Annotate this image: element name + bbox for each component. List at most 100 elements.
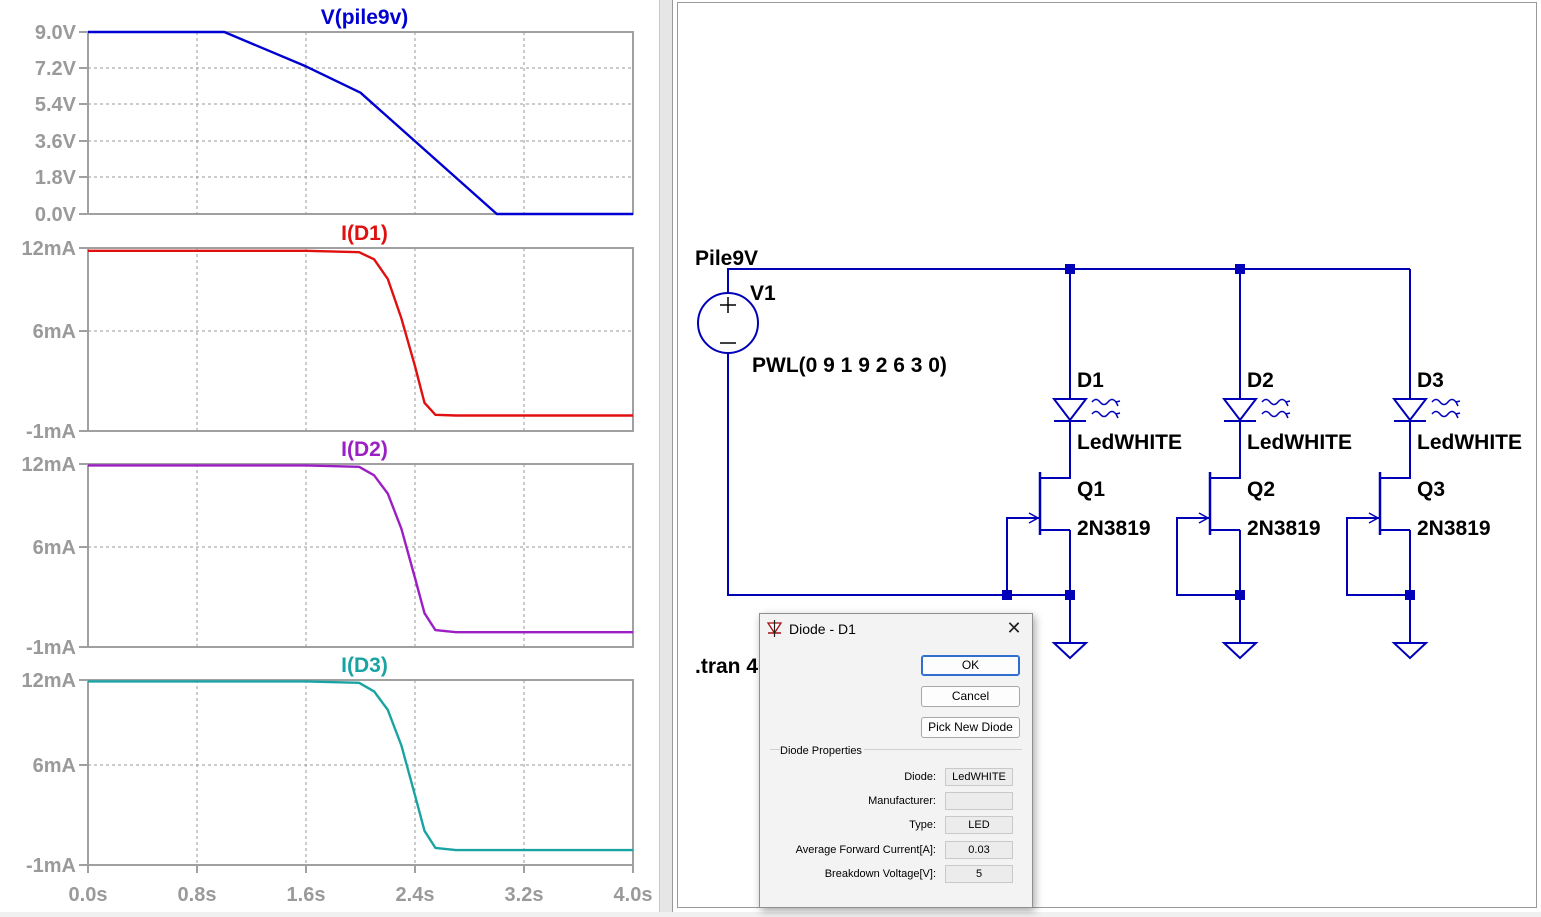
led-diode-d2[interactable] <box>1221 398 1291 422</box>
trace-title[interactable]: I(D2) <box>341 438 388 461</box>
jfet-name-label[interactable]: Q3 <box>1417 478 1445 501</box>
diode-icon <box>766 620 783 637</box>
pick-new-diode-button[interactable]: Pick New Diode <box>921 717 1020 738</box>
diode-name-label[interactable]: D1 <box>1077 369 1104 392</box>
diode-triangle <box>1221 398 1259 422</box>
ground-icon <box>1221 642 1259 660</box>
jfet-name-label[interactable]: Q2 <box>1247 478 1275 501</box>
branch-3[interactable]: D3 LedWHITE Q3 2N3819 <box>1350 369 1522 660</box>
source-value-label[interactable]: PWL(0 9 1 9 2 6 3 0) <box>752 354 947 377</box>
source-name-label[interactable]: V1 <box>750 282 776 305</box>
jfet-name-label[interactable]: Q1 <box>1077 478 1105 501</box>
x-tick-label: 4.0s <box>614 884 653 906</box>
branch-2[interactable]: D2 LedWHITE Q2 2N3819 <box>1180 369 1352 660</box>
y-tick-label: 1.8V <box>35 167 77 189</box>
y-tick-label: 3.6V <box>35 131 77 153</box>
y-tick-label: 6mA <box>33 755 76 777</box>
prop-label-diode: Diode: <box>904 771 936 783</box>
y-tick-label: 12mA <box>22 238 76 260</box>
wire-diode-to-drain <box>1210 421 1241 479</box>
plot-frame <box>87 31 634 215</box>
plot-pane-3[interactable]: 12mA 6mA -1mA I(D2) <box>22 438 634 659</box>
dialog-title: Diode - D1 <box>789 621 856 637</box>
diode-model-label[interactable]: LedWHITE <box>1417 431 1522 454</box>
y-tick-label: 9.0V <box>35 22 77 44</box>
x-tick-label: 3.2s <box>505 884 544 906</box>
tran-directive[interactable]: .tran 4 <box>695 655 758 678</box>
prop-value-avg-forward-current[interactable]: 0.03 <box>945 841 1013 859</box>
prop-value-manufacturer[interactable] <box>945 792 1013 810</box>
y-tick-label: 6mA <box>33 537 76 559</box>
y-tick-label: 12mA <box>22 454 76 476</box>
y-tick-label: 6mA <box>33 321 76 343</box>
trace-line[interactable] <box>88 680 633 852</box>
trace-title[interactable]: V(pile9v) <box>321 6 409 29</box>
dialog-titlebar[interactable]: Diode - D1 ✕ <box>760 614 1032 644</box>
led-diode-d1[interactable] <box>1051 398 1121 422</box>
trace-line[interactable] <box>88 464 633 634</box>
led-diode-d3[interactable] <box>1391 398 1461 422</box>
prop-label-manufacturer: Manufacturer: <box>868 795 936 807</box>
ground-icon <box>1051 642 1089 660</box>
jfet-q3[interactable] <box>1350 472 1410 535</box>
x-tick-label: 0.8s <box>178 884 217 906</box>
light-emission-icon <box>1261 410 1291 419</box>
x-tick-label: 0.0s <box>69 884 108 906</box>
trace-title[interactable]: I(D3) <box>341 654 388 677</box>
y-tick-label: -1mA <box>26 855 76 877</box>
net-label-pile9v[interactable]: Pile9V <box>695 247 758 270</box>
diode-properties-group: Diode Properties Diode: LedWHITE Manufac… <box>770 745 1022 899</box>
diode-triangle <box>1391 398 1429 422</box>
plot-pane-1[interactable]: 9.0V 7.2V 5.4V 3.6V 1.8V 0.0V V(pile9v) <box>35 6 634 226</box>
y-tick-label: -1mA <box>26 637 76 659</box>
wire-diode-to-drain <box>1040 421 1071 479</box>
diode-name-label[interactable]: D3 <box>1417 369 1444 392</box>
prop-label-breakdown-voltage: Breakdown Voltage[V]: <box>824 868 936 880</box>
jfet-model-label[interactable]: 2N3819 <box>1417 517 1491 540</box>
prop-label-avg-forward-current: Average Forward Current[A]: <box>795 844 936 856</box>
diode-model-label[interactable]: LedWHITE <box>1247 431 1352 454</box>
jfet-model-label[interactable]: 2N3819 <box>1247 517 1321 540</box>
waveform-viewer-pane[interactable]: 9.0V 7.2V 5.4V 3.6V 1.8V 0.0V V(pile9v) 12mA 6mA… <box>0 0 659 912</box>
prop-value-breakdown-voltage[interactable]: 5 <box>945 865 1013 883</box>
diode-name-label[interactable]: D2 <box>1247 369 1274 392</box>
branch-1[interactable]: D1 LedWHITE Q1 2N3819 <box>1010 369 1182 660</box>
diode-model-label[interactable]: LedWHITE <box>1077 431 1182 454</box>
light-emission-icon <box>1431 410 1461 419</box>
trace-line[interactable] <box>88 249 633 417</box>
prop-value-type[interactable]: LED <box>945 816 1013 834</box>
diode-triangle <box>1051 398 1089 422</box>
y-tick-label: -1mA <box>26 421 76 443</box>
diode-properties-dialog: Diode - D1 ✕ OK Cancel Pick New Diode Di… <box>759 613 1033 908</box>
jfet-q1[interactable] <box>1010 472 1070 535</box>
junction-dot <box>1002 590 1012 600</box>
light-emission-icon <box>1261 398 1291 407</box>
close-icon[interactable]: ✕ <box>1004 618 1024 638</box>
trace-line[interactable] <box>88 30 633 216</box>
prop-label-type: Type: <box>909 819 936 831</box>
plot-pane-4[interactable]: 12mA 6mA -1mA I(D3) <box>22 654 634 877</box>
x-tick-label: 1.6s <box>287 884 326 906</box>
cancel-button[interactable]: Cancel <box>921 686 1020 707</box>
waveform-plots: 9.0V 7.2V 5.4V 3.6V 1.8V 0.0V V(pile9v) 12mA 6mA… <box>22 6 653 906</box>
pane-splitter[interactable] <box>659 0 673 912</box>
voltage-source-v1[interactable] <box>697 292 759 354</box>
jfet-q2[interactable] <box>1180 472 1240 535</box>
ground-icon <box>1391 642 1429 660</box>
plot-frame <box>87 679 634 866</box>
ok-button[interactable]: OK <box>921 655 1020 676</box>
plot-frame <box>87 247 634 432</box>
y-tick-label: 0.0V <box>35 204 77 226</box>
trace-title[interactable]: I(D1) <box>341 222 388 245</box>
plot-pane-2[interactable]: 12mA 6mA -1mA I(D1) <box>22 222 634 443</box>
wire-bottom-rail <box>727 352 1070 596</box>
light-emission-icon <box>1091 410 1121 419</box>
y-tick-label: 5.4V <box>35 94 77 116</box>
light-emission-icon <box>1431 398 1461 407</box>
schematic-components[interactable]: D1 LedWHITE Q1 2N3819 D2 LedWHITE Q2 2N3819 D3 Le… <box>697 292 1522 660</box>
y-tick-label: 12mA <box>22 670 76 692</box>
light-emission-icon <box>1091 398 1121 407</box>
prop-value-diode[interactable]: LedWHITE <box>945 768 1013 786</box>
y-tick-label: 7.2V <box>35 58 77 80</box>
jfet-model-label[interactable]: 2N3819 <box>1077 517 1151 540</box>
